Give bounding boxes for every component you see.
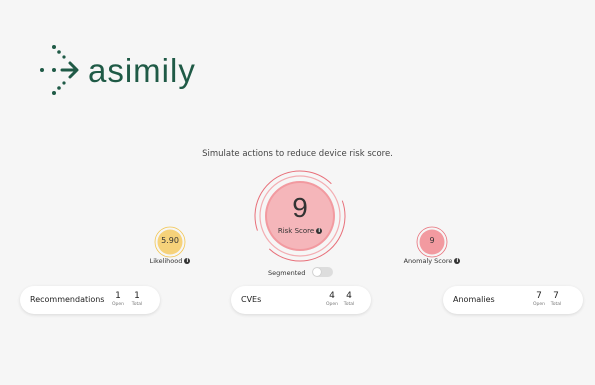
likelihood-value: 5.90 — [161, 236, 179, 245]
total-count: 1 Total — [131, 291, 143, 307]
brand-name: asimily — [88, 52, 196, 89]
anomaly-score-value: 9 — [429, 236, 435, 245]
segmented-toggle[interactable] — [312, 267, 333, 277]
info-icon[interactable]: i — [184, 258, 191, 264]
total-count: 4 Total — [343, 291, 355, 307]
info-icon[interactable]: i — [316, 228, 323, 234]
likelihood-label: Likelihood i — [140, 257, 200, 265]
info-icon[interactable]: i — [454, 258, 461, 264]
anomalies-card[interactable]: Anomalies 7 Open 7 Total — [443, 286, 583, 314]
anomaly-score-label: Anomaly Score i — [397, 257, 467, 265]
open-count: 1 Open — [111, 291, 125, 307]
card-title: CVEs — [241, 295, 262, 304]
risk-score-label: Risk Score i — [258, 227, 342, 235]
page-subtitle: Simulate actions to reduce device risk s… — [202, 149, 393, 159]
card-title: Anomalies — [453, 295, 495, 304]
segmented-label: Segmented — [268, 269, 306, 277]
toggle-knob — [313, 268, 321, 276]
total-count: 7 Total — [550, 291, 562, 307]
recommendations-card[interactable]: Recommendations 1 Open 1 Total — [20, 286, 160, 314]
card-title: Recommendations — [30, 295, 105, 304]
risk-score-value: 9 — [292, 192, 308, 223]
cves-card[interactable]: CVEs 4 Open 4 Total — [231, 286, 371, 314]
